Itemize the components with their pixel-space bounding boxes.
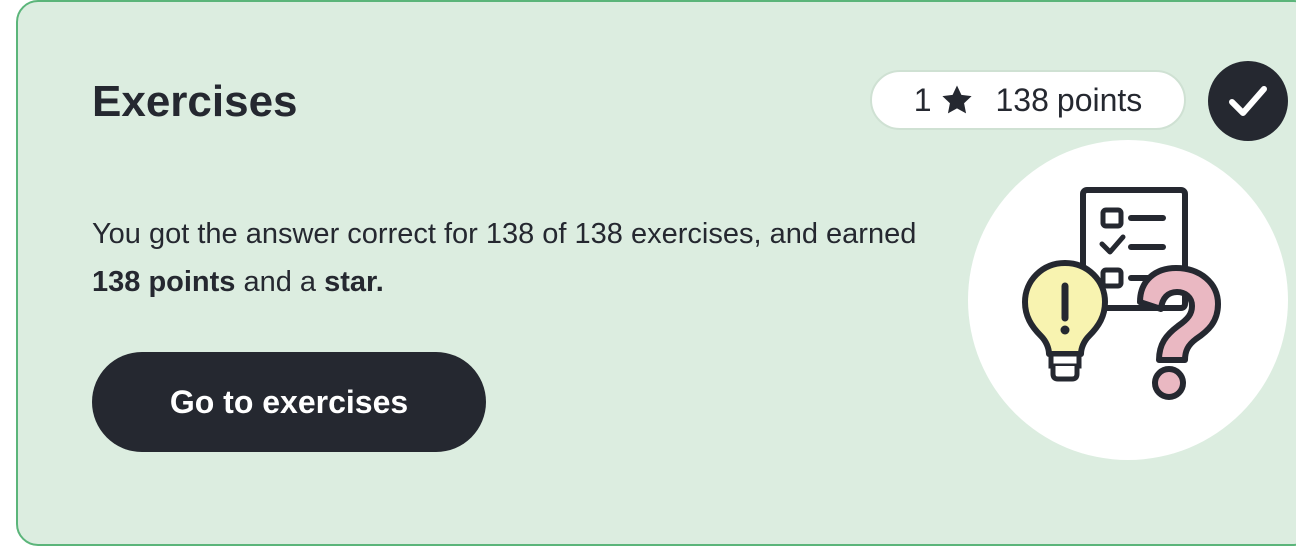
points-label: points (1056, 81, 1143, 118)
score-badge: 1 138 points (870, 70, 1186, 130)
illustration-graphic (1022, 187, 1221, 400)
checkmark-icon (1208, 61, 1288, 141)
card-title: Exercises (92, 77, 298, 126)
exercises-illustration (968, 140, 1288, 460)
description-text: You got the answer correct for 138 of 13… (92, 218, 917, 250)
points-earned: 138 points (92, 266, 236, 298)
description-connector: and a (235, 266, 325, 298)
star-icon (940, 83, 974, 117)
exercises-card: Exercises 1 138 points You got the answe… (16, 0, 1296, 546)
go-to-exercises-button[interactable]: Go to exercises (92, 352, 486, 452)
result-description: You got the answer correct for 138 of 13… (92, 210, 952, 306)
star-earned: star. (324, 266, 384, 298)
points-value: 138 (995, 81, 1049, 118)
stars-count: 1 (913, 81, 932, 118)
